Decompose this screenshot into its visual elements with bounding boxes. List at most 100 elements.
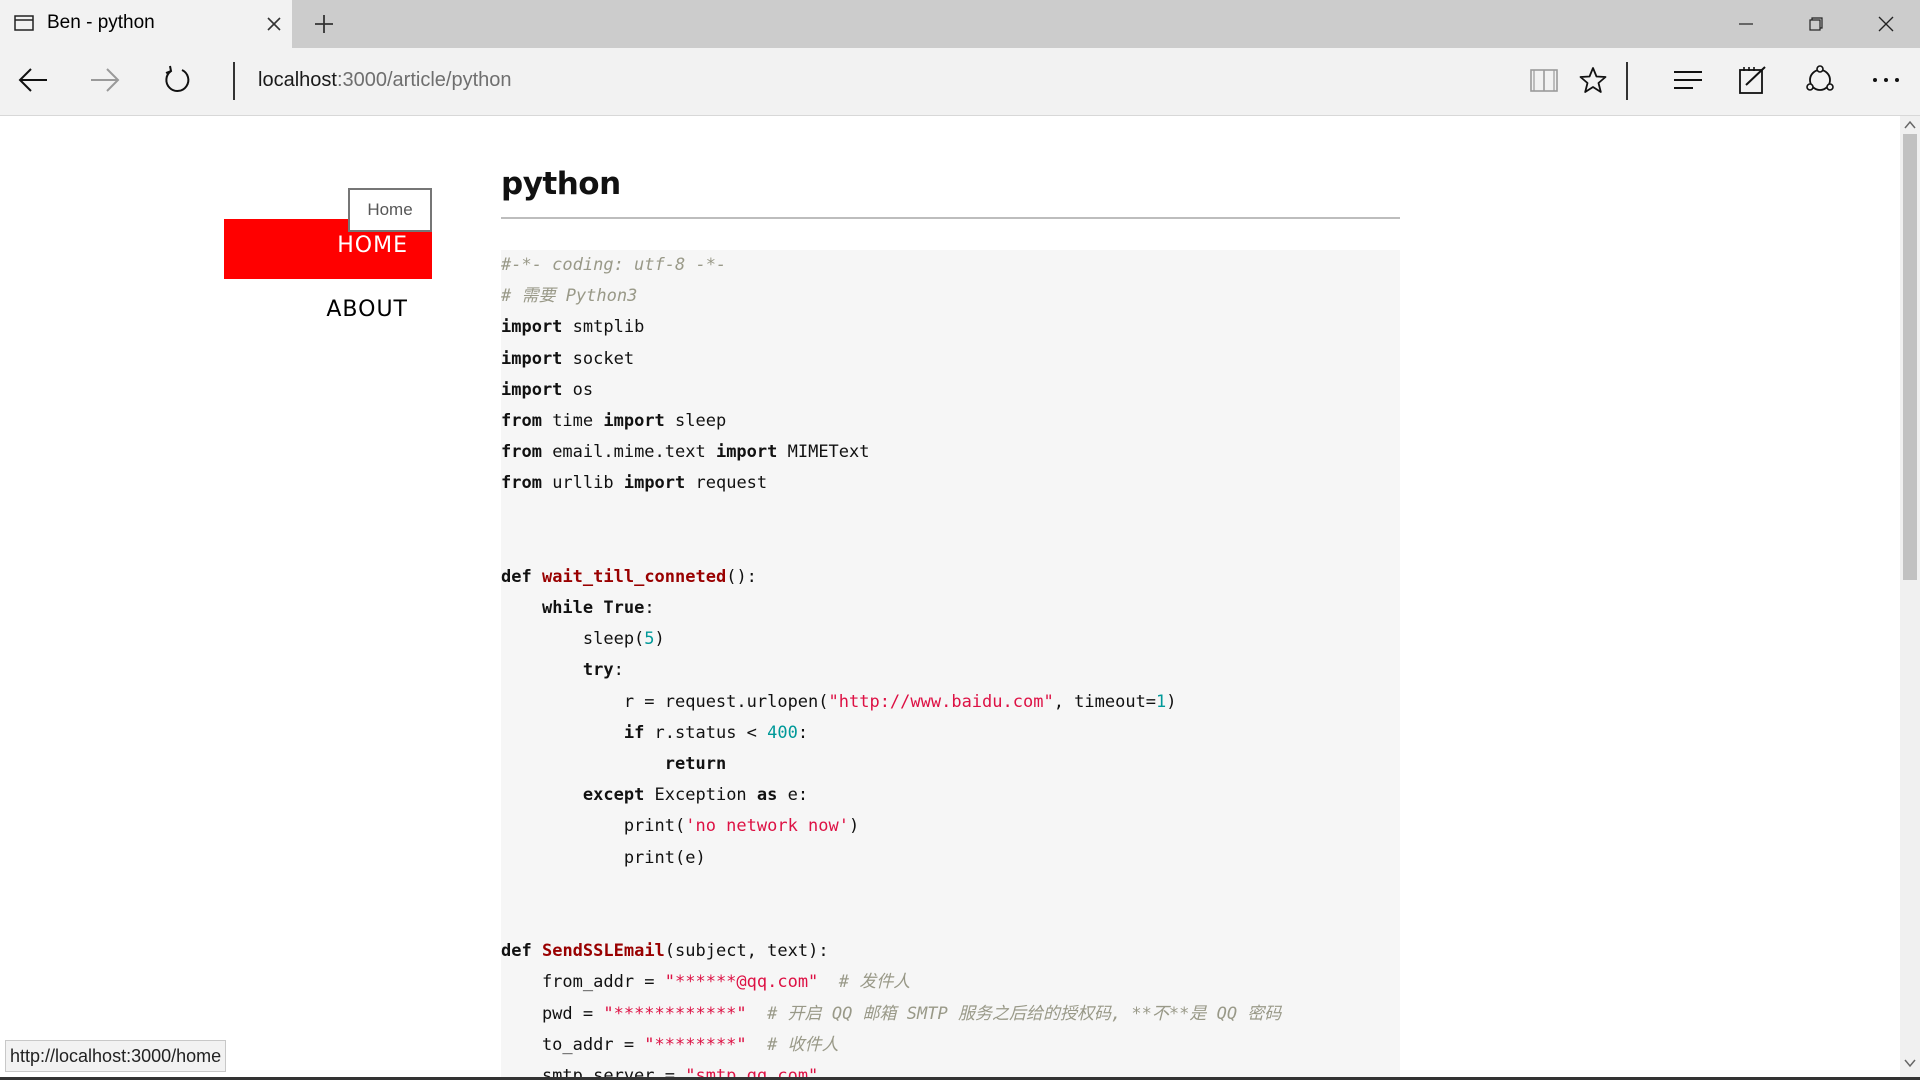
note-pen-icon <box>1739 66 1766 94</box>
web-note-button[interactable] <box>1735 62 1771 98</box>
forward-button[interactable] <box>87 62 123 98</box>
scroll-down-arrow-icon[interactable] <box>1904 1058 1916 1068</box>
code-token: time <box>541 410 604 431</box>
address-bar-url[interactable]: localhost:3000/article/python <box>258 69 512 92</box>
code-token: pwd = <box>501 1003 604 1024</box>
code-token: sleep( <box>501 629 645 650</box>
code-token: # 开启 QQ 邮箱 SMTP 服务之后给的授权码, **不**是 QQ 密码 <box>767 1003 1282 1024</box>
code-token: r = request.urlopen( <box>501 691 829 712</box>
code-token: from_addr = <box>501 972 665 993</box>
code-line: if r.status < 400: <box>501 718 1281 749</box>
code-line: while True: <box>501 593 1281 624</box>
code-token: from <box>501 442 542 463</box>
code-token: import <box>603 410 665 431</box>
share-icon <box>1806 65 1834 91</box>
code-token: # 发件人 <box>838 972 911 993</box>
code-token: 'no network now' <box>685 816 849 837</box>
code-token: ) <box>1166 691 1177 712</box>
code-token: sleep <box>664 410 727 431</box>
code-token: : <box>797 722 809 743</box>
code-line: import smtplib <box>501 312 1281 343</box>
code-token: True <box>603 598 645 619</box>
code-token: except <box>582 785 645 806</box>
nav-about-link[interactable]: ABOUT <box>224 279 432 339</box>
code-line: import os <box>501 375 1281 406</box>
code-token: import <box>501 317 563 338</box>
scroll-up-arrow-icon[interactable] <box>1904 120 1916 130</box>
code-line: from_addr = "******@qq.com" # 发件人 <box>501 967 1281 998</box>
url-path: :3000/article/python <box>336 69 512 91</box>
code-line: def SendSSLEmail(subject, text): <box>501 936 1281 967</box>
favorite-button[interactable] <box>1575 62 1611 98</box>
code-token: import <box>623 473 686 494</box>
code-line: pwd = "************" # 开启 QQ 邮箱 SMTP 服务之… <box>501 999 1281 1030</box>
code-token: import <box>715 442 778 463</box>
minimize-button[interactable] <box>1712 0 1780 48</box>
restore-button[interactable] <box>1782 0 1850 48</box>
back-button[interactable] <box>15 62 51 98</box>
code-token: while <box>541 598 594 619</box>
status-bar-link-preview: http://localhost:3000/home <box>5 1040 227 1072</box>
code-token: if <box>623 722 645 743</box>
code-token: as <box>756 785 778 806</box>
url-host: localhost <box>258 69 337 91</box>
code-token: ) <box>654 629 665 650</box>
close-icon <box>1878 16 1894 32</box>
code-token: socket <box>562 348 635 369</box>
code-token: : <box>613 660 624 681</box>
code-token: from <box>501 410 542 431</box>
code-token: "http://www.baidu.com" <box>828 691 1054 712</box>
browser-tab-active[interactable]: Ben - python <box>0 0 292 48</box>
code-token: email.mime.text <box>541 442 716 463</box>
vertical-scrollbar[interactable] <box>1900 116 1920 1080</box>
code-token: r.status < <box>644 722 768 743</box>
share-button[interactable] <box>1802 62 1838 98</box>
code-line: def wait_till_conneted(): <box>501 562 1281 593</box>
code-line: to_addr = "********" # 收件人 <box>501 1030 1281 1061</box>
more-button[interactable] <box>1868 62 1904 98</box>
arrow-right-icon <box>91 68 120 92</box>
code-token: Exception <box>644 785 757 806</box>
code-line: return <box>501 749 1281 780</box>
code-token: smtplib <box>562 317 645 338</box>
code-line: #-*- coding: utf-8 -*- <box>501 250 1281 281</box>
code-token: (subject, text): <box>664 941 829 962</box>
close-window-button[interactable] <box>1852 0 1920 48</box>
code-line: from urllib import request <box>501 468 1281 499</box>
code-token: # 需要 Python3 <box>501 286 638 307</box>
scrollbar-thumb[interactable] <box>1903 134 1917 580</box>
toolbar-separator <box>1626 62 1628 100</box>
code-line: # 需要 Python3 <box>501 281 1281 312</box>
code-token: print( <box>501 816 686 837</box>
page-icon <box>14 15 34 31</box>
hover-tooltip: Home <box>348 188 432 232</box>
code-token: ) <box>849 816 860 837</box>
code-token: to_addr = <box>501 1034 645 1055</box>
code-token: (): <box>726 566 757 587</box>
code-token: MIMEText <box>777 442 870 463</box>
new-tab-plus-icon[interactable] <box>313 13 335 35</box>
hub-button[interactable] <box>1670 62 1706 98</box>
code-token: 1 <box>1156 691 1167 712</box>
code-token: "******@qq.com" <box>664 972 819 993</box>
code-token: : <box>644 598 655 619</box>
code-line: r = request.urlopen("http://www.baidu.co… <box>501 687 1281 718</box>
code-block: #-*- coding: utf-8 -*- # 需要 Python3 import… <box>501 250 1400 1080</box>
reading-view-button[interactable] <box>1526 62 1562 98</box>
close-tab-icon[interactable] <box>265 15 283 33</box>
book-icon <box>1530 69 1558 92</box>
refresh-button[interactable] <box>159 62 195 98</box>
address-toolbar: localhost:3000/article/python <box>0 48 1920 116</box>
code-token: wait_till_conneted <box>541 566 727 587</box>
title-divider <box>501 217 1400 219</box>
code-token: SendSSLEmail <box>541 941 665 962</box>
code-line: print('no network now') <box>501 811 1281 842</box>
code-token: os <box>562 379 594 400</box>
arrow-left-icon <box>18 68 47 92</box>
